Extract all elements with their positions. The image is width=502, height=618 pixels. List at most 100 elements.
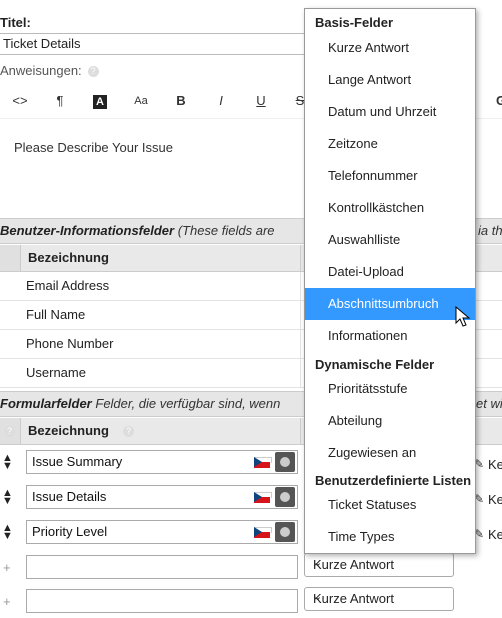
text-color-button[interactable]: A [87,86,113,116]
option-label: Time Types [328,529,395,544]
dropdown-option[interactable]: Ticket Statuses [305,489,475,521]
plus-icon: + [3,594,11,609]
editor-text[interactable]: Please Describe Your Issue [14,140,173,155]
dropdown-option[interactable]: Telefonnummer [305,160,475,192]
option-label: Abschnittsumbruch [328,296,439,311]
field-label-input[interactable]: Issue Summary [26,450,298,474]
new-field-row: + Kurze Antwort ⌄ [0,584,502,618]
user-field-username: Username [26,365,86,380]
bold-button[interactable]: B [168,86,194,116]
chevron-down-icon: ⌄ [313,591,323,603]
dropdown-group-custom-lists: Benutzerdefinierte Listen [315,473,472,488]
dropdown-option[interactable]: Zugewiesen an [305,437,475,469]
field-label-input[interactable]: Priority Level [26,520,298,544]
column-separator [300,245,301,271]
option-label: Kontrollkästchen [328,200,425,215]
help-icon[interactable]: ? [123,426,134,437]
column-header-label: Bezeichnung [28,250,109,265]
czech-flag-icon[interactable] [254,527,272,538]
user-field-email: Email Address [26,278,110,293]
text-color-icon: A [93,95,107,109]
instructions-label-text: Anweisungen: [0,63,82,78]
globe-icon[interactable] [275,522,295,542]
user-fields-desc-tail: ia th [478,223,502,238]
dropdown-group-basic: Basis-Felder [315,15,394,30]
field-label-value: Priority Level [32,524,108,539]
column-separator [300,359,301,387]
title-input[interactable]: Ticket Details [0,33,337,55]
field-type-dropdown[interactable]: Basis-Felder Kurze Antwort Lange Antwort… [304,8,476,554]
form-fields-desc-tail: et wi [476,396,502,411]
dropdown-option[interactable]: Informationen [305,320,475,352]
user-field-phone: Phone Number [26,336,114,351]
option-label: Auswahlliste [328,232,401,247]
edit-label[interactable]: Ke [488,527,502,542]
dropdown-option[interactable]: Zeitzone [305,128,475,160]
font-size-button[interactable]: Aa [128,86,154,116]
edit-label[interactable]: Ke [488,457,502,472]
option-label: Prioritätsstufe [328,381,408,396]
dropdown-option[interactable]: Kontrollkästchen [305,192,475,224]
grid-gutter: ? [0,418,21,444]
option-label: Telefonnummer [328,168,418,183]
drag-handle-icon[interactable]: ▲ ▼ [2,488,13,507]
field-type-select[interactable]: Kurze Antwort ⌄ [304,553,454,577]
help-icon[interactable]: ? [4,426,15,438]
column-separator [300,418,301,444]
dropdown-group-dynamic: Dynamische Felder [315,357,435,372]
drag-handle-icon[interactable]: ▲ ▼ [2,453,13,472]
plus-icon: + [3,560,11,575]
chevron-down-icon: ⌄ [313,557,323,569]
italic-button[interactable]: I [208,86,234,116]
field-label-value: Issue Summary [32,454,123,469]
mouse-cursor-icon [455,306,471,327]
underline-button[interactable]: U [248,86,274,116]
column-header-label: Bezeichnung [28,423,109,438]
dropdown-option[interactable]: Datum und Uhrzeit [305,96,475,128]
column-separator [300,330,301,358]
edit-label[interactable]: Ke [488,492,502,507]
option-label: Ticket Statuses [328,497,417,512]
field-label-value: Issue Details [32,489,107,504]
globe-icon[interactable] [275,487,295,507]
option-label: Abteilung [328,413,383,428]
czech-flag-icon[interactable] [254,492,272,503]
dropdown-option[interactable]: Auswahlliste [305,224,475,256]
instructions-label: Anweisungen:? [0,63,99,78]
toolbar-more-button[interactable]: G [488,86,502,116]
option-label: Zugewiesen an [328,445,417,460]
user-field-name: Full Name [26,307,86,322]
help-icon[interactable]: ? [87,66,99,78]
form-fields-title: Formularfelder [0,396,92,411]
option-label: Zeitzone [328,136,378,151]
field-type-select[interactable]: Kurze Antwort ⌄ [304,587,454,611]
user-fields-desc: (These fields are [177,223,275,238]
column-separator [300,272,301,300]
option-label: Datum und Uhrzeit [328,104,437,119]
drag-handle-icon[interactable]: ▲ ▼ [2,523,13,542]
new-field-label-input[interactable] [26,589,298,613]
czech-flag-icon[interactable] [254,457,272,468]
dropdown-option[interactable]: Abteilung [305,405,475,437]
option-label: Informationen [328,328,408,343]
dropdown-option[interactable]: Lange Antwort [305,64,475,96]
column-separator [300,301,301,329]
option-label: Lange Antwort [328,72,412,87]
globe-icon[interactable] [275,452,295,472]
code-view-button[interactable]: <> [7,86,33,116]
option-label: Kurze Antwort [328,40,409,55]
grid-gutter [0,245,21,271]
option-label: Datei-Upload [328,264,404,279]
dropdown-option[interactable]: Kurze Antwort [305,32,475,64]
new-field-label-input[interactable] [26,555,298,579]
field-label-input[interactable]: Issue Details [26,485,298,509]
dropdown-option[interactable]: Datei-Upload [305,256,475,288]
dropdown-option[interactable]: Time Types [305,521,475,553]
user-fields-title: Benutzer-Informationsfelder [0,223,175,238]
form-fields-desc: Felder, die verfügbar sind, wenn [95,396,281,411]
dropdown-option[interactable]: Prioritätsstufe [305,373,475,405]
new-field-row: + Kurze Antwort ⌄ [0,550,502,584]
paragraph-button[interactable]: ¶ [47,86,73,116]
title-label: Titel: [0,15,31,30]
dropdown-option-selected[interactable]: Abschnittsumbruch [305,288,475,320]
